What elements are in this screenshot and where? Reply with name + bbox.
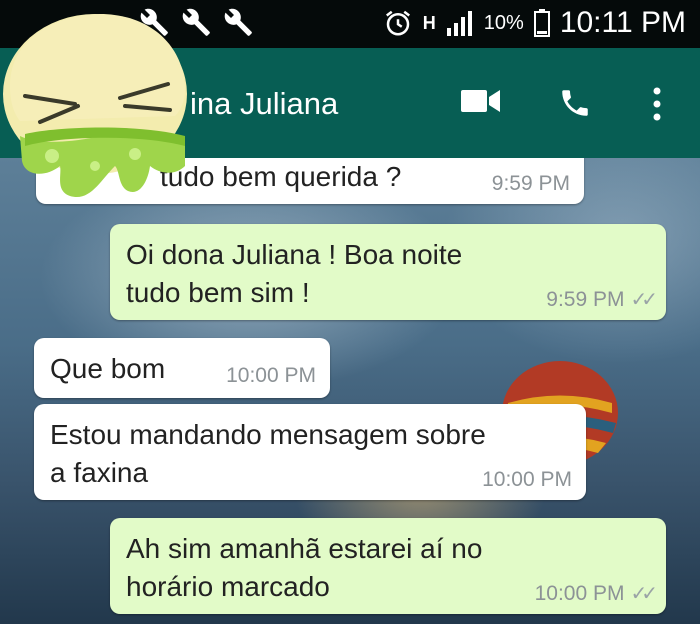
message-meta: 9:59 PM: [492, 172, 570, 196]
message-text: Oi dona Juliana ! Boa noite tudo bem sim…: [126, 239, 463, 308]
battery-icon: [533, 9, 550, 37]
contact-name[interactable]: ina Juliana: [190, 86, 338, 122]
message-meta: 10:00 PM ✓✓: [534, 581, 658, 606]
message-bubble-incoming[interactable]: Que bom 10:00 PM: [34, 338, 330, 398]
clock: 10:11 PM: [559, 6, 686, 39]
status-indicators: H 10% 10:11 PM: [383, 6, 686, 40]
network-type-label: H: [422, 12, 436, 33]
message-bubble-outgoing[interactable]: Ah sim amanhã estarei aí no horário marc…: [110, 518, 666, 614]
message-meta: 10:00 PM: [226, 364, 316, 388]
message-time: 10:00 PM: [226, 364, 316, 387]
voice-call-icon[interactable]: [556, 86, 594, 120]
message-time: 9:59 PM: [546, 287, 625, 311]
message-time: 9:59 PM: [491, 172, 570, 195]
message-time: 10:00 PM: [482, 468, 572, 491]
chat-area[interactable]: tudo bem querida ? 9:59 PM Oi dona Julia…: [0, 158, 700, 624]
message-time: 10:00 PM: [534, 581, 625, 605]
more-options-icon[interactable]: [650, 86, 664, 122]
video-call-icon[interactable]: [460, 86, 502, 116]
message-text: Estou mandando mensagem sobre a faxina: [50, 419, 486, 488]
message-bubble-outgoing[interactable]: Oi dona Juliana ! Boa noite tudo bem sim…: [110, 224, 666, 320]
message-text: Que bom: [50, 353, 166, 384]
double-check-icon: ✓✓: [630, 583, 657, 605]
alarm-icon: [385, 10, 410, 36]
battery-percent: 10%: [483, 11, 524, 34]
double-check-icon: ✓✓: [630, 289, 657, 311]
wrench-icon: [224, 8, 252, 36]
message-meta: 10:00 PM: [482, 468, 572, 492]
avatar-sticker: [3, 14, 187, 198]
message-bubble-incoming[interactable]: Estou mandando mensagem sobre a faxina 1…: [34, 404, 586, 500]
message-text: Ah sim amanhã estarei aí no horário marc…: [126, 533, 483, 602]
signal-icon: [446, 11, 472, 36]
message-meta: 9:59 PM ✓✓: [546, 287, 658, 312]
